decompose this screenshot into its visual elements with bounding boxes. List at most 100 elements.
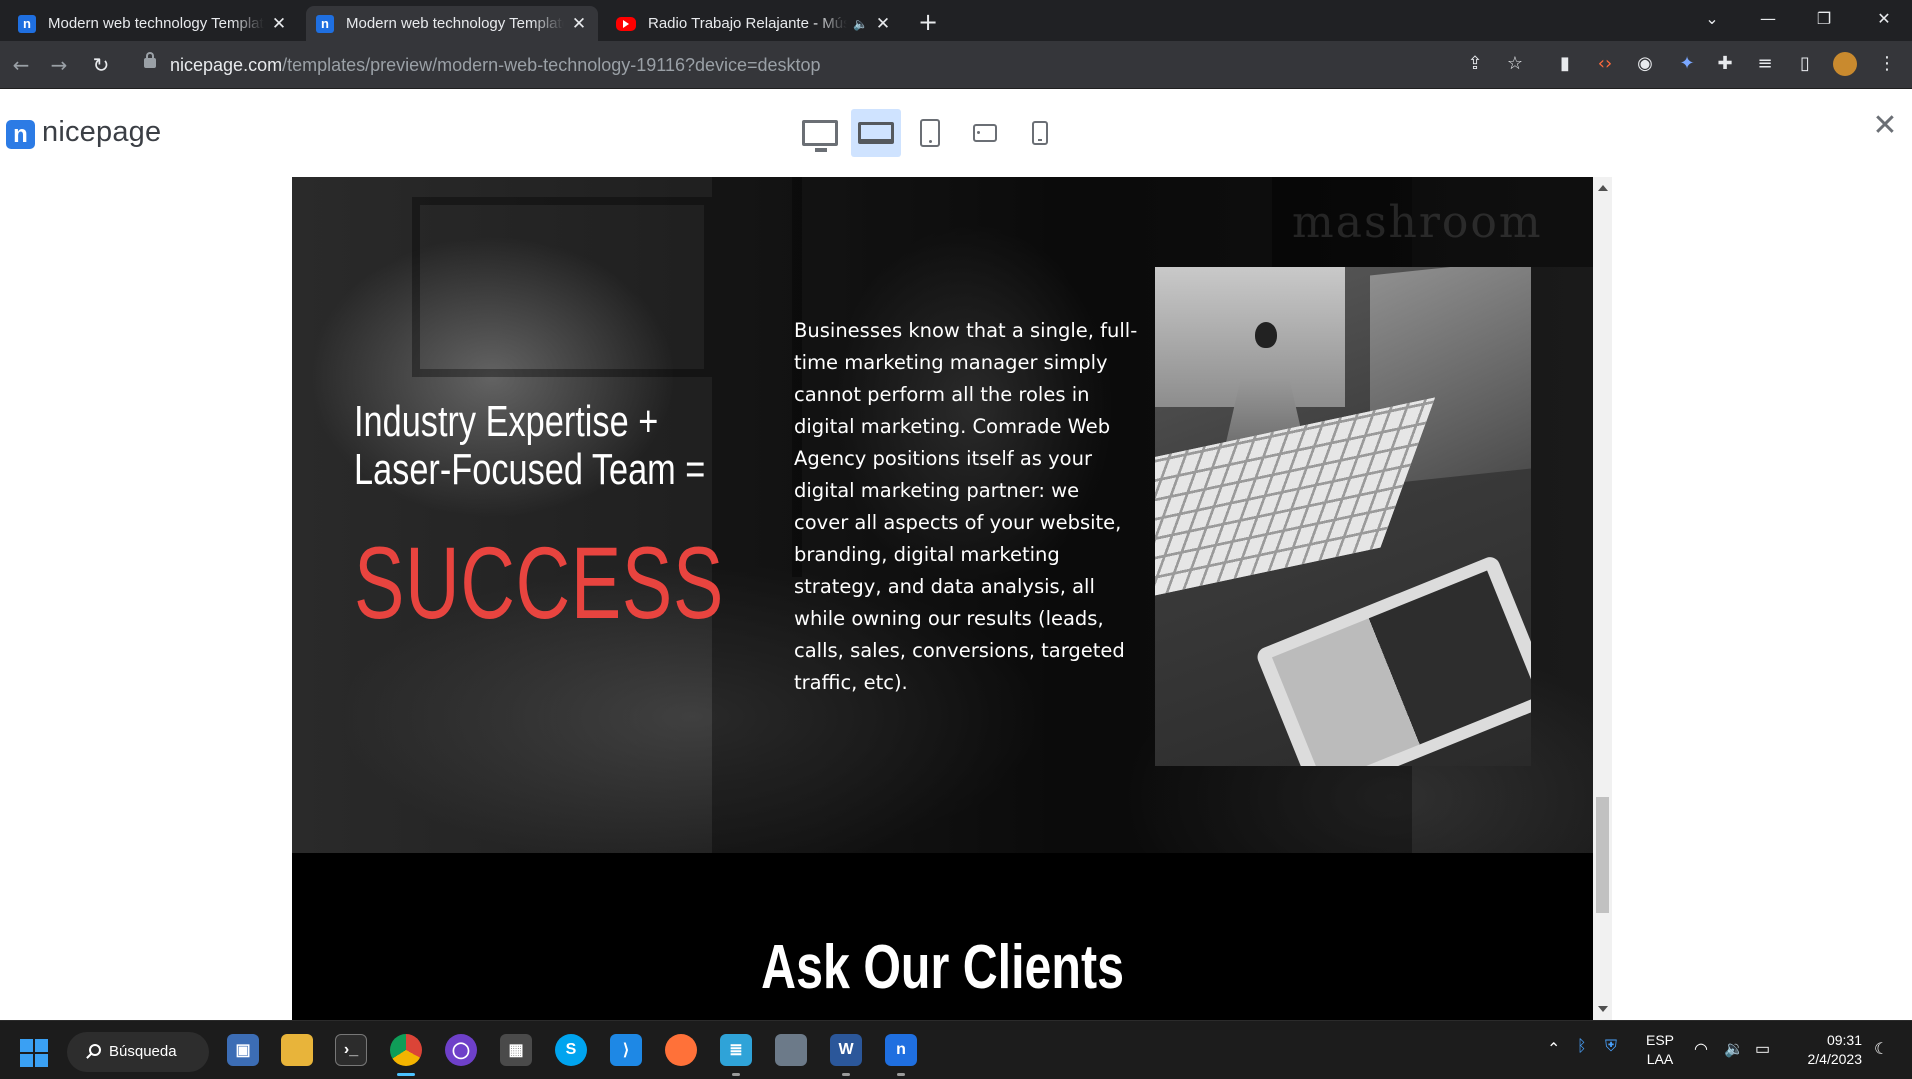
- window-app-icon[interactable]: [775, 1034, 807, 1066]
- tab-title: Modern web technology Template: [346, 15, 564, 32]
- nicepage-favicon-icon: n: [18, 14, 36, 33]
- address-bar[interactable]: nicepage.com/templates/preview/modern-we…: [130, 46, 1530, 84]
- hero-paragraph: Businesses know that a single, full-time…: [794, 319, 1138, 694]
- profile-avatar[interactable]: [1833, 52, 1857, 76]
- taskbar-search[interactable]: Búsqueda: [67, 1032, 209, 1072]
- hero-headline: Industry Expertise + Laser-Focused Team …: [354, 398, 705, 494]
- laptop-icon: [858, 122, 894, 144]
- battery-icon[interactable]: ▭: [1755, 1039, 1770, 1061]
- clock[interactable]: 09:31 2/4/2023: [1796, 1031, 1863, 1071]
- background-photo-window: [412, 197, 712, 377]
- skype-icon[interactable]: S: [555, 1034, 587, 1066]
- windows-start-icon[interactable]: [20, 1039, 48, 1067]
- device-laptop-button[interactable]: [851, 109, 901, 157]
- reload-icon[interactable]: ↻: [86, 50, 116, 80]
- close-preview-icon[interactable]: ✕: [1870, 111, 1900, 141]
- template-page: mashroom Industry Expertise + Laser-Focu…: [292, 177, 1593, 1020]
- show-hidden-icons-chevron-icon[interactable]: ⌃: [1547, 1039, 1560, 1059]
- word-open-indicator: [842, 1073, 850, 1076]
- language-indicator[interactable]: ESP LAA: [1646, 1031, 1674, 1071]
- reading-extension-icon[interactable]: ▮: [1553, 52, 1577, 76]
- restore-button[interactable]: ❐: [1796, 0, 1852, 41]
- calculator-icon[interactable]: ▦: [500, 1034, 532, 1066]
- device-tablet-button[interactable]: [910, 109, 950, 157]
- translate-extension-icon[interactable]: ✦: [1675, 52, 1699, 76]
- browser-tab-1[interactable]: n Modern web technology Template ✕: [8, 6, 298, 41]
- github-desktop-icon[interactable]: ◯: [445, 1034, 477, 1066]
- nicepage-open-indicator: [897, 1073, 905, 1076]
- tablet-landscape-icon: [973, 124, 997, 142]
- firefox-icon[interactable]: [665, 1034, 697, 1066]
- keyboard-photo-element: [1155, 397, 1435, 607]
- desktop-icon: [802, 120, 838, 152]
- tab-search-chevron-icon[interactable]: ⌄: [1684, 0, 1740, 41]
- side-panel-icon[interactable]: ▯: [1793, 52, 1817, 76]
- nicepage-logo-text[interactable]: nicepage: [42, 116, 161, 149]
- forward-arrow-icon[interactable]: →: [44, 50, 74, 80]
- word-icon[interactable]: W: [830, 1034, 862, 1066]
- speaker-icon[interactable]: 🔈: [853, 17, 868, 31]
- scrollbar-thumb[interactable]: [1596, 797, 1609, 913]
- volume-icon[interactable]: 🔉: [1724, 1039, 1744, 1061]
- close-tab-icon[interactable]: ✕: [874, 14, 892, 34]
- tablet-photo-element: [1254, 554, 1531, 766]
- hero-section: mashroom Industry Expertise + Laser-Focu…: [292, 177, 1593, 853]
- success-heading: SUCCESS: [354, 526, 725, 640]
- notepad-open-indicator: [732, 1073, 740, 1076]
- headline-line-1: Industry Expertise +: [354, 397, 659, 446]
- device-desktop-button[interactable]: [798, 109, 842, 157]
- close-window-button[interactable]: ✕: [1856, 0, 1912, 41]
- close-tab-icon[interactable]: ✕: [570, 14, 588, 34]
- tablet-icon: [920, 119, 940, 147]
- wifi-icon[interactable]: ◠: [1694, 1039, 1708, 1061]
- do-not-disturb-moon-icon[interactable]: ☾: [1874, 1039, 1888, 1061]
- browser-tab-2-active[interactable]: n Modern web technology Template ✕: [306, 6, 598, 41]
- network-app-icon[interactable]: ▣: [227, 1034, 259, 1066]
- media-queue-icon[interactable]: ≡: [1753, 52, 1777, 76]
- colorful-extension-icon[interactable]: ◉: [1633, 52, 1657, 76]
- apple-logo-icon: [1255, 322, 1277, 348]
- security-shield-icon[interactable]: ⛨: [1605, 1038, 1617, 1060]
- terminal-icon[interactable]: ›_: [335, 1034, 367, 1066]
- preview-scrollbar[interactable]: [1593, 177, 1612, 1020]
- bookmark-star-icon[interactable]: ☆: [1503, 52, 1527, 76]
- browser-tab-3[interactable]: Radio Trabajo Relajante - Música 🔈 ✕: [606, 6, 902, 41]
- new-tab-button[interactable]: +: [914, 8, 942, 36]
- tab-title: Radio Trabajo Relajante - Música: [648, 15, 848, 32]
- nicepage-logo-icon[interactable]: n: [6, 120, 35, 149]
- preview-header: n nicepage ✕: [0, 89, 1912, 177]
- browser-tab-strip: n Modern web technology Template ✕ n Mod…: [0, 0, 1912, 41]
- vscode-icon[interactable]: ⟩: [610, 1034, 642, 1066]
- search-icon: [89, 1044, 101, 1056]
- notepad-icon[interactable]: ≣: [720, 1034, 752, 1066]
- workspace-photo: [1155, 267, 1531, 766]
- youtube-favicon-icon: [616, 16, 636, 31]
- nicepage-favicon-icon: n: [316, 14, 334, 33]
- chrome-icon[interactable]: [390, 1034, 422, 1066]
- url-text[interactable]: nicepage.com/templates/preview/modern-we…: [170, 55, 821, 76]
- file-explorer-icon[interactable]: [281, 1034, 313, 1066]
- close-tab-icon[interactable]: ✕: [270, 14, 288, 34]
- clock-time: 09:31: [1826, 1032, 1862, 1048]
- browser-toolbar: ← → ↻ nicepage.com/templates/preview/mod…: [0, 41, 1912, 89]
- clients-section-title: Ask Our Clients: [761, 933, 1124, 1002]
- share-icon[interactable]: ⇪: [1463, 52, 1487, 76]
- scroll-up-arrow-icon[interactable]: [1598, 185, 1608, 191]
- lock-icon[interactable]: [144, 52, 156, 68]
- windows-taskbar: Búsqueda ▣ ›_ ◯ ▦ S ⟩ ≣ W n ⌃ ᛒ ⛨ ESP LA…: [0, 1020, 1912, 1079]
- nicepage-app-icon[interactable]: n: [885, 1034, 917, 1066]
- bluetooth-icon[interactable]: ᛒ: [1577, 1038, 1587, 1060]
- search-label: Búsqueda: [109, 1043, 177, 1060]
- extensions-puzzle-icon[interactable]: ✚: [1713, 52, 1737, 76]
- language-code: ESP: [1646, 1032, 1675, 1048]
- minimize-button[interactable]: —: [1740, 0, 1796, 41]
- tab-title: Modern web technology Template: [48, 15, 264, 32]
- scroll-down-arrow-icon[interactable]: [1598, 1006, 1608, 1012]
- code-extension-icon[interactable]: ‹›: [1593, 52, 1617, 76]
- phone-icon: [1032, 121, 1048, 145]
- more-menu-icon[interactable]: ⋮: [1875, 52, 1899, 76]
- device-tablet-landscape-button[interactable]: [963, 109, 1007, 157]
- back-arrow-icon[interactable]: ←: [6, 50, 36, 80]
- device-phone-button[interactable]: [1020, 109, 1060, 157]
- clock-date: 2/4/2023: [1807, 1051, 1863, 1067]
